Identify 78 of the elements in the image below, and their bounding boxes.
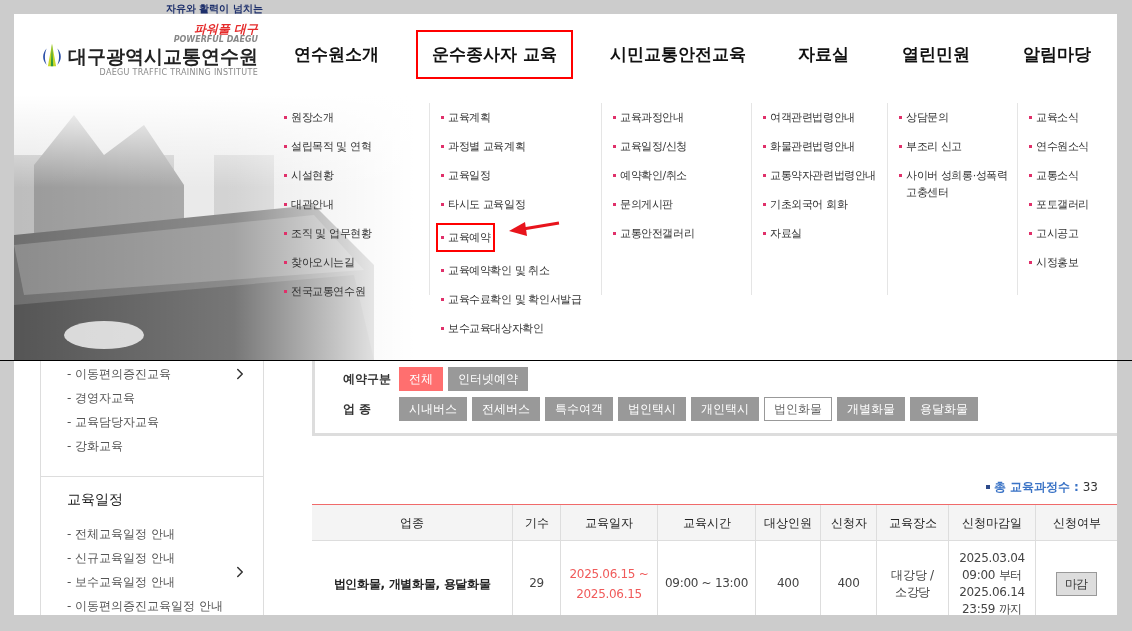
sidebar-heading: 교육일정 <box>67 490 124 509</box>
column-header: 신청자 <box>830 514 867 532</box>
menu-item[interactable]: 교육수료확인 및 확인서발급 <box>436 289 587 310</box>
menu-item[interactable]: 대관안내 <box>279 194 339 215</box>
sidebar-link[interactable]: - 교육담당자교육 <box>67 410 172 434</box>
closed-button[interactable]: 마감 <box>1055 571 1098 596</box>
menu-item[interactable]: 문의게시판 <box>608 194 678 215</box>
logo-name: 대구광역시교통연수원 <box>68 44 258 68</box>
column-header: 교육시간 <box>682 514 731 532</box>
filter-label: 업 종 <box>343 401 373 418</box>
menu-item[interactable]: 시정홍보 <box>1024 252 1084 273</box>
pointer-arrow <box>509 219 561 237</box>
sidebar-link[interactable]: - 이동편의증진교육 <box>67 362 172 386</box>
menu-item[interactable]: 사이버 성희롱·성폭력 고충센터 <box>894 165 1017 203</box>
menu-item[interactable]: 자료실 <box>758 223 807 244</box>
sidebar-link[interactable]: - 보수교육일정 안내 <box>67 570 223 594</box>
nav-link[interactable]: 알림마당 <box>1006 29 1107 80</box>
total-count: 33 <box>1082 479 1098 496</box>
menu-item[interactable]: 타시도 교육일정 <box>436 194 531 215</box>
menu-item[interactable]: 여객관련법령안내 <box>758 107 860 128</box>
sidebar-link[interactable]: - 경영자교육 <box>67 386 172 410</box>
table-cell: 400 <box>837 575 860 592</box>
slogan-brand: 파워풀 대구 <box>193 23 258 35</box>
column-header: 교육장소 <box>888 514 937 532</box>
sidebar-link[interactable]: - 강화교육 <box>67 434 172 458</box>
menu-item[interactable]: 교육일정 <box>436 165 496 186</box>
column-header: 신청여부 <box>1052 514 1101 532</box>
menu-item[interactable]: 교통소식 <box>1024 165 1084 186</box>
menu-item[interactable]: 찾아오시는길 <box>279 252 360 273</box>
nav-link[interactable]: 자료실 <box>782 29 866 80</box>
menu-item[interactable]: 교통약자관련법령안내 <box>758 165 881 186</box>
logo-subtitle: DAEGU TRAFFIC TRAINING INSTITUTE <box>99 68 258 78</box>
menu-item[interactable]: 포토갤러리 <box>1024 194 1094 215</box>
sidebar-link[interactable]: - 신규교육일정 안내 <box>67 546 223 570</box>
filter-option[interactable]: 법인화물 <box>764 397 832 421</box>
table-cell: 400 <box>777 575 799 592</box>
menu-item[interactable]: 교육계획 <box>436 107 496 128</box>
menu-item[interactable]: 교육예약 <box>436 223 496 252</box>
table-cell-text: 2025.06.15 ~ 2025.06.15 <box>568 565 650 603</box>
menu-item[interactable]: 화물관련법령안내 <box>758 136 860 157</box>
menu-item[interactable]: 교육예약확인 및 취소 <box>436 260 555 281</box>
menu-item[interactable]: 예약확인/취소 <box>608 165 692 186</box>
nav-link[interactable]: 운수종사자 교육 <box>416 29 573 80</box>
menu-item[interactable]: 교육과정안내 <box>608 107 689 128</box>
column-header: 교육일자 <box>585 514 633 532</box>
menu-item[interactable]: 교육소식 <box>1024 107 1084 128</box>
table-cell-text: 2025.03.04 09:00 부터 2025.06.14 23:59 까지 <box>958 549 1026 615</box>
menu-item[interactable]: 보수교육대상자확인 <box>436 318 549 339</box>
menu-item[interactable]: 전국교통연수원 <box>279 281 371 302</box>
column-header: 업종 <box>400 514 424 532</box>
sidebar-link[interactable]: - 전체교육일정 안내 <box>67 522 223 546</box>
menu-item[interactable]: 기초외국어 회화 <box>758 194 853 215</box>
menu-item[interactable]: 과정별 교육계획 <box>436 136 531 157</box>
table-cell-text: 대강당 / 소강당 <box>890 566 935 601</box>
column-header: 대상인원 <box>764 514 812 532</box>
menu-item[interactable]: 교육일정/신청 <box>608 136 692 157</box>
slogan-english: POWERFUL DAEGU <box>173 35 258 44</box>
table-cell: 09:00 ~ 13:00 <box>665 575 748 592</box>
total-label: 총 교육과정수 : <box>993 479 1079 496</box>
sidebar-link[interactable]: - 이동편의증진교육일정 안내 <box>67 594 223 615</box>
menu-item[interactable]: 교통안전갤러리 <box>608 223 700 244</box>
column-header: 신청마감일 <box>962 514 1022 532</box>
table-cell: 29 <box>529 575 544 592</box>
menu-item[interactable]: 설립목적 및 연혁 <box>279 136 377 157</box>
table-cell-text: 법인화물, 개별화물, 용달화물 <box>333 575 491 593</box>
slogan: 자유와 활력이 넘치는 <box>166 3 263 14</box>
menu-item[interactable]: 부조리 신고 <box>894 136 968 157</box>
nav-link[interactable]: 시민교통안전교육 <box>593 29 762 80</box>
menu-item[interactable]: 시설현황 <box>279 165 339 186</box>
menu-item[interactable]: 상담문의 <box>894 107 954 128</box>
nav-link[interactable]: 연수원소개 <box>278 29 396 80</box>
menu-item[interactable]: 조직 및 업무현황 <box>279 223 377 244</box>
nav-link[interactable]: 열린민원 <box>885 29 986 80</box>
menu-item[interactable]: 원장소개 <box>279 107 339 128</box>
menu-item[interactable]: 고시공고 <box>1024 223 1084 244</box>
column-header: 기수 <box>524 514 549 532</box>
filter-label: 예약구분 <box>343 371 392 388</box>
menu-item[interactable]: 연수원소식 <box>1024 136 1094 157</box>
